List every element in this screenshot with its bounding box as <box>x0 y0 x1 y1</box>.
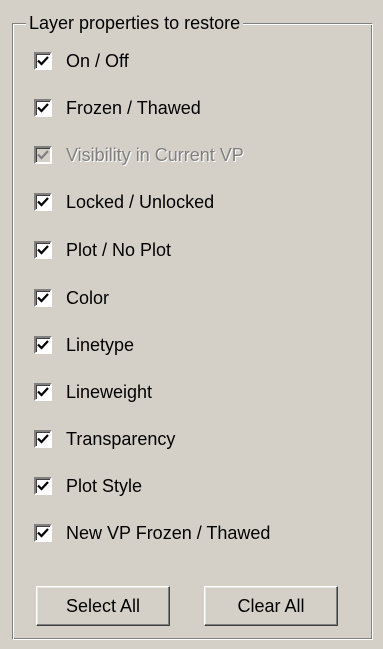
check-mark-icon <box>37 56 49 66</box>
checkbox-box[interactable] <box>34 430 52 448</box>
check-mark-icon <box>37 528 49 538</box>
check-mark-icon <box>37 245 49 255</box>
checkbox-box[interactable] <box>34 241 52 259</box>
check-mark-icon <box>37 481 49 491</box>
checkbox-plot-style[interactable]: Plot Style <box>34 474 142 498</box>
checkbox-label: Frozen / Thawed <box>66 98 201 118</box>
checkbox-label: Linetype <box>66 335 135 355</box>
checkbox-frozen-thawed[interactable]: Frozen / Thawed <box>34 96 201 120</box>
checkbox-box[interactable] <box>34 336 52 354</box>
checkbox-box <box>34 146 52 164</box>
checkbox-new-vp-frozen-thawed[interactable]: New VP Frozen / Thawed <box>34 521 270 545</box>
checkbox-plot-no-plot[interactable]: Plot / No Plot <box>34 238 171 262</box>
checkbox-box[interactable] <box>34 524 52 542</box>
checkbox-transparency[interactable]: Transparency <box>34 427 175 451</box>
checkbox-visibility-current-vp: Visibility in Current VP <box>34 143 244 167</box>
checkbox-locked-unlocked[interactable]: Locked / Unlocked <box>34 190 214 214</box>
check-mark-icon <box>37 434 49 444</box>
checkbox-label: Transparency <box>66 429 176 449</box>
check-mark-icon <box>37 340 49 350</box>
checkbox-box[interactable] <box>34 193 52 211</box>
checkbox-lineweight[interactable]: Lineweight <box>34 380 152 404</box>
checkbox-color[interactable]: Color <box>34 286 109 310</box>
checkbox-label: On / Off <box>66 51 129 71</box>
checkbox-box[interactable] <box>34 52 52 70</box>
clear-all-button[interactable]: Clear All <box>204 586 338 626</box>
checkbox-linetype[interactable]: Linetype <box>34 333 134 357</box>
checkbox-box[interactable] <box>34 289 52 307</box>
check-mark-icon <box>37 387 49 397</box>
checkbox-label: Visibility in Current VP <box>66 145 244 165</box>
checkbox-box[interactable] <box>34 477 52 495</box>
check-mark-icon <box>37 150 49 160</box>
group-title: Layer properties to restore <box>26 12 244 34</box>
checkbox-label: Plot Style <box>66 476 143 496</box>
checkbox-label: New VP Frozen / Thawed <box>66 523 271 543</box>
select-all-button[interactable]: Select All <box>36 586 170 626</box>
checkbox-label: Color <box>66 288 110 308</box>
checkbox-label: Plot / No Plot <box>66 240 172 260</box>
check-mark-icon <box>37 103 49 113</box>
checkbox-label: Locked / Unlocked <box>66 192 215 212</box>
check-mark-icon <box>37 197 49 207</box>
checkbox-box[interactable] <box>34 383 52 401</box>
checkbox-label: Lineweight <box>66 382 153 402</box>
checkbox-on-off[interactable]: On / Off <box>34 49 129 73</box>
check-mark-icon <box>37 293 49 303</box>
checkbox-box[interactable] <box>34 99 52 117</box>
